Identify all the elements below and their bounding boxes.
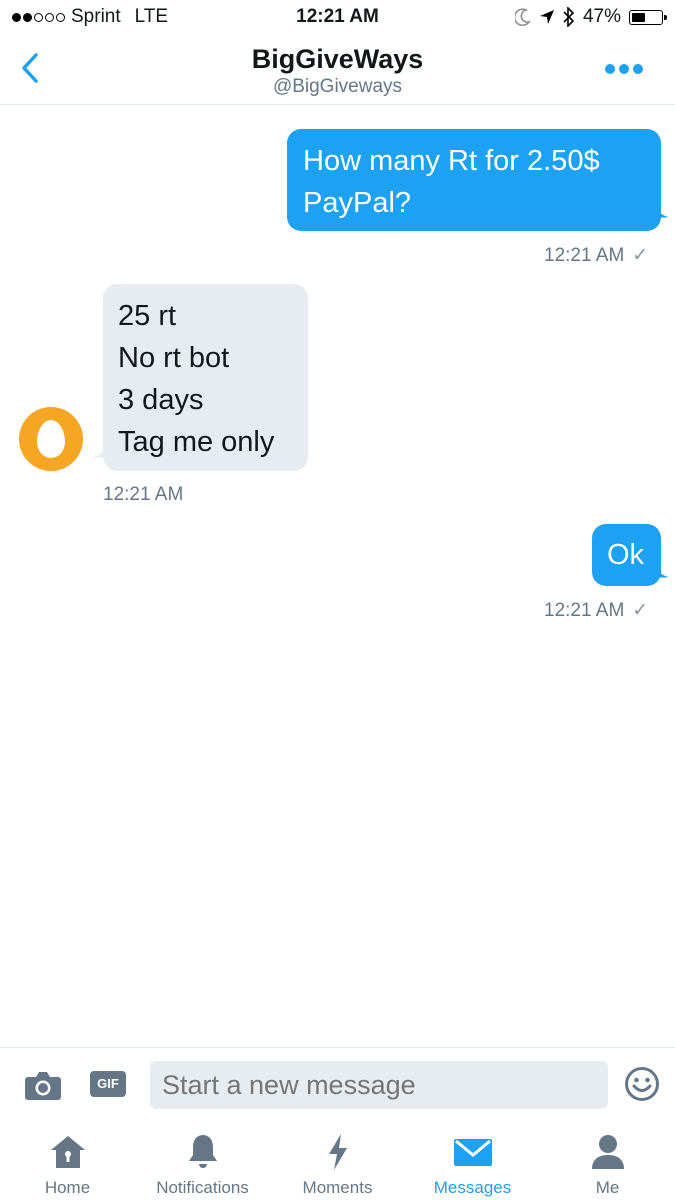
message-timestamp: 12:21 AM ✓ bbox=[544, 245, 649, 266]
lightning-icon bbox=[328, 1134, 347, 1170]
conversation-title: BigGiveWays bbox=[251, 44, 424, 74]
tab-label: Home bbox=[44, 1178, 91, 1197]
tab-label: Moments bbox=[302, 1178, 373, 1197]
message-bubble-outgoing[interactable]: Ok bbox=[592, 524, 661, 586]
conversation-handle: @BigGiveways bbox=[272, 76, 403, 97]
message-timestamp: 12:21 AM ✓ bbox=[544, 600, 649, 621]
bell-icon bbox=[188, 1135, 217, 1168]
tab-bar: Home Notifications Moments Messages Me bbox=[0, 1124, 675, 1200]
tab-label: Messages bbox=[433, 1178, 512, 1197]
bubble-tail bbox=[655, 561, 669, 578]
battery-icon bbox=[629, 9, 667, 25]
bubble-tail bbox=[93, 441, 107, 458]
tab-label: Me bbox=[595, 1178, 620, 1197]
status-bar: Sprint LTE 12:21 AM 47% bbox=[0, 0, 675, 36]
battery-percent: 47% bbox=[582, 6, 621, 27]
location-arrow-icon bbox=[539, 10, 554, 24]
tab-moments[interactable]: Moments bbox=[270, 1132, 405, 1198]
moon-icon bbox=[514, 8, 531, 26]
tab-label: Notifications bbox=[156, 1178, 249, 1197]
message-bubble-incoming[interactable]: 25 rt No rt bot 3 days Tag me only bbox=[103, 284, 308, 471]
envelope-icon bbox=[453, 1139, 492, 1166]
message-composer: GIF bbox=[0, 1047, 675, 1124]
bluetooth-icon bbox=[563, 7, 575, 27]
tab-messages[interactable]: Messages bbox=[405, 1132, 540, 1198]
home-icon bbox=[50, 1136, 85, 1168]
read-check-icon: ✓ bbox=[632, 600, 649, 621]
message-timestamp: 12:21 AM bbox=[103, 484, 184, 505]
tab-me[interactable]: Me bbox=[540, 1132, 675, 1198]
more-options-icon[interactable] bbox=[605, 64, 643, 74]
message-bubble-outgoing[interactable]: How many Rt for 2.50$ PayPal? bbox=[287, 129, 661, 231]
message-input[interactable] bbox=[150, 1061, 608, 1109]
tab-notifications[interactable]: Notifications bbox=[135, 1132, 270, 1198]
bubble-tail bbox=[655, 201, 669, 218]
avatar[interactable] bbox=[19, 407, 83, 471]
emoji-smile-icon[interactable] bbox=[624, 1066, 660, 1102]
conversation-header: BigGiveWays @BigGiveways bbox=[0, 36, 675, 105]
camera-icon[interactable] bbox=[24, 1069, 62, 1101]
gif-button[interactable]: GIF bbox=[90, 1071, 126, 1097]
egg-avatar-icon bbox=[37, 420, 65, 458]
person-icon bbox=[591, 1135, 624, 1169]
read-check-icon: ✓ bbox=[632, 245, 649, 266]
tab-home[interactable]: Home bbox=[0, 1132, 135, 1198]
